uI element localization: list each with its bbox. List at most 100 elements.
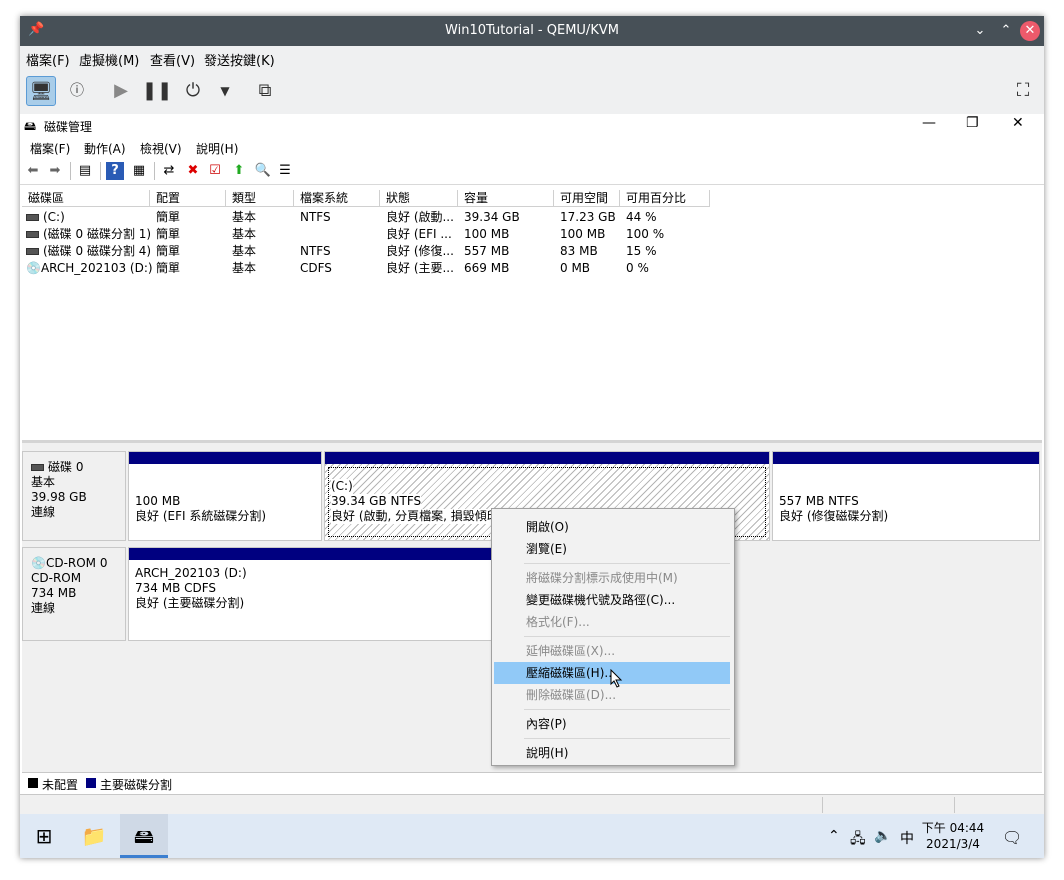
maximize-icon[interactable]: ⌃ (996, 21, 1016, 41)
close-icon[interactable]: ✕ (1020, 21, 1040, 41)
delete-icon[interactable]: ✖ (184, 162, 202, 180)
col-free[interactable]: 可用空間 (554, 190, 620, 207)
partition-name: (C:) (331, 479, 353, 494)
menu-open[interactable]: 開啟(O) (494, 516, 730, 538)
app-restore-icon[interactable]: ❐ (966, 115, 979, 131)
partition-size: 100 MB (135, 494, 181, 508)
menu-format: 格式化(F)... (526, 615, 590, 629)
disk0-name: 磁碟 0 (48, 460, 84, 474)
taskbar: ⊞ 📁 🖴 ⌃ 🖧 🔈 中 下午 04:44 2021/3/4 🗨 (20, 814, 1044, 858)
drive-icon (26, 231, 39, 238)
snapshot-icon[interactable]: ⧉ (250, 76, 280, 106)
app-menu-help[interactable]: 說明(H) (196, 140, 238, 157)
menu-sendkey[interactable]: 發送按鍵(K) (204, 50, 275, 69)
folder-up-icon[interactable]: ⬆ (230, 162, 248, 180)
connect-icon[interactable]: ⇄ (160, 162, 178, 180)
clock-date: 2021/3/4 (926, 837, 980, 851)
pause-icon[interactable]: ❚❚ (142, 76, 172, 106)
col-status[interactable]: 狀態 (380, 190, 458, 207)
row-volume: (磁碟 0 磁碟分割 1) (43, 227, 152, 241)
minimize-icon[interactable]: ⌄ (970, 21, 990, 41)
col-capacity[interactable]: 容量 (458, 190, 554, 207)
col-percent[interactable]: 可用百分比 (620, 190, 710, 207)
row-percent: 44 % (626, 210, 657, 224)
back-icon[interactable]: ⬅ (24, 162, 42, 180)
row-type: 基本 (232, 210, 257, 224)
drive-icon (26, 214, 39, 221)
disk-mgmt-taskbar-icon[interactable]: 🖴 (120, 814, 168, 858)
cd-drive-icon: 💿 (31, 556, 46, 570)
check-icon[interactable]: ☑ (206, 162, 224, 180)
legend: 未配置 主要磁碟分割 (22, 772, 1042, 793)
tray-expand-icon[interactable]: ⌃ (828, 828, 840, 844)
play-icon[interactable]: ▶ (106, 76, 136, 106)
disk0-label[interactable]: 磁碟 0 基本 39.98 GB 連線 (22, 451, 126, 541)
legend-primary: 主要磁碟分割 (100, 778, 173, 792)
col-layout[interactable]: 配置 (150, 190, 226, 207)
properties-icon[interactable]: ▦ (130, 162, 148, 180)
clock[interactable]: 下午 04:44 2021/3/4 (920, 820, 986, 852)
row-volume: ARCH_202103 (D:) (40, 261, 152, 275)
file-explorer-icon[interactable]: 📁 (70, 814, 118, 858)
menu-explore[interactable]: 瀏覽(E) (494, 538, 730, 560)
power-dropdown-icon[interactable]: ▼ (210, 76, 240, 106)
forward-icon[interactable]: ➡ (46, 162, 64, 180)
partition-name: ARCH_202103 (D:) (135, 566, 247, 580)
console-tree-icon[interactable]: ▤ (76, 162, 94, 180)
kde-titlebar: 📌 Win10Tutorial - QEMU/KVM ⌄ ⌃ ✕ (20, 16, 1044, 46)
network-icon[interactable]: 🖧 (850, 828, 866, 852)
volume-list: 磁碟區 配置 類型 檔案系統 狀態 容量 可用空間 可用百分比 (C:) 簡單 … (22, 190, 1042, 436)
row-layout: 簡單 (156, 261, 181, 275)
app-menu-view[interactable]: 檢視(V) (140, 140, 182, 157)
legend-primary-swatch (86, 778, 96, 788)
notification-icon[interactable]: 🗨 (1002, 828, 1022, 847)
windows-start-icon[interactable]: ⊞ (20, 814, 68, 858)
menu-file[interactable]: 檔案(F) (26, 50, 70, 69)
col-volume[interactable]: 磁碟區 (22, 190, 150, 207)
row-free: 83 MB (560, 244, 598, 258)
row-capacity: 39.34 GB (464, 210, 520, 224)
col-type[interactable]: 類型 (226, 190, 294, 207)
row-capacity: 669 MB (464, 261, 510, 275)
col-filesystem[interactable]: 檔案系統 (294, 190, 380, 207)
app-menu-action[interactable]: 動作(A) (84, 140, 126, 157)
legend-unallocated: 未配置 (42, 778, 79, 792)
console-icon[interactable]: 🖥 (26, 76, 56, 106)
row-type: 基本 (232, 261, 257, 275)
partition-recovery[interactable]: 557 MB NTFS 良好 (修復磁碟分割) (772, 451, 1040, 541)
partition-size: 39.34 GB NTFS (331, 494, 422, 509)
row-type: 基本 (232, 244, 257, 258)
menu-properties[interactable]: 內容(P) (494, 713, 730, 735)
menu-help[interactable]: 說明(H) (494, 742, 730, 764)
search-folder-icon[interactable]: 🔍 (254, 162, 272, 180)
disk0-type: 基本 (31, 475, 56, 489)
drive-icon (26, 248, 39, 255)
menu-change-letter[interactable]: 變更磁碟機代號及路徑(C)... (494, 589, 730, 611)
clock-time: 下午 04:44 (921, 821, 985, 835)
menu-view[interactable]: 查看(V) (150, 50, 195, 69)
status-bar (20, 794, 1044, 815)
partition-efi[interactable]: 100 MB 良好 (EFI 系統磁碟分割) (128, 451, 322, 541)
app-menubar: 檔案(F) 動作(A) 檢視(V) 說明(H) (20, 136, 1044, 158)
help-icon[interactable]: ? (106, 162, 124, 180)
qemu-menubar: 檔案(F) 虛擬機(M) 查看(V) 發送按鍵(K) (20, 46, 1044, 70)
ime-indicator[interactable]: 中 (900, 828, 914, 848)
app-title: 磁碟管理 (44, 120, 93, 134)
row-volume: (C:) (43, 210, 65, 224)
cdrom0-label[interactable]: 💿CD-ROM 0 CD-ROM 734 MB 連線 (22, 547, 126, 641)
checklist-icon[interactable]: ☰ (276, 162, 294, 180)
partition-cdrom[interactable]: ARCH_202103 (D:) 734 MB CDFS 良好 (主要磁碟分割) (128, 547, 508, 641)
row-status: 良好 (修復... (386, 244, 454, 258)
row-type: 基本 (232, 227, 257, 241)
power-icon[interactable]: ⏻ (178, 76, 208, 106)
fullscreen-icon[interactable]: ⛶ (1008, 76, 1038, 106)
app-menu-file[interactable]: 檔案(F) (30, 140, 70, 157)
menu-vm[interactable]: 虛擬機(M) (79, 50, 139, 69)
app-minimize-icon[interactable]: — (922, 115, 936, 131)
app-close-icon[interactable]: ✕ (1012, 115, 1024, 131)
menu-mark-active: 將磁碟分割標示成使用中(M) (526, 571, 678, 585)
volume-icon[interactable]: 🔈 (874, 828, 891, 844)
details-icon[interactable]: ⓘ (62, 76, 92, 106)
app-toolbar: ⬅ ➡ ▤ ? ▦ ⇄ ✖ ☑ ⬆ 🔍 ☰ (20, 158, 1044, 185)
row-free: 100 MB (560, 227, 606, 241)
